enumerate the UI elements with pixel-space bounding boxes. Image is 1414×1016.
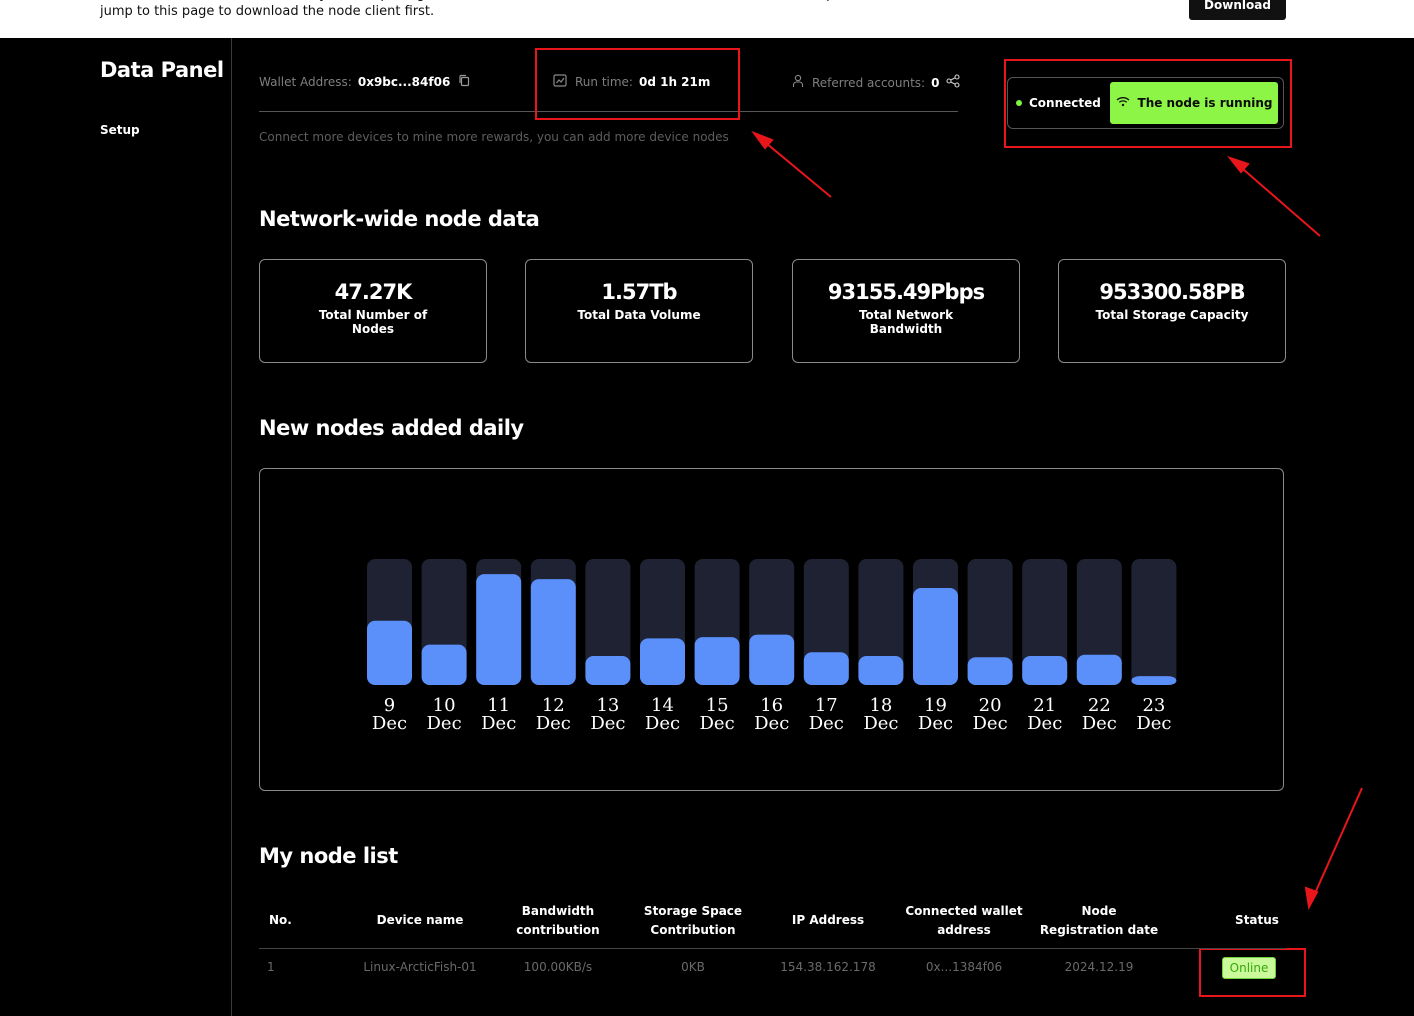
bar-22-dec[interactable]	[1076, 654, 1122, 685]
cell-date: 2024.12.19	[1064, 960, 1134, 974]
bar-23-dec[interactable]	[1131, 676, 1177, 685]
node-list-title: My node list	[259, 844, 398, 868]
network-section-title: Network-wide node data	[259, 207, 540, 231]
x-tick-label: Dec	[973, 713, 1008, 734]
bar-13-dec[interactable]	[585, 656, 631, 685]
col-header-wallet: Connected wallet address	[905, 904, 1023, 937]
x-tick-label: Dec	[590, 713, 625, 734]
col-header-storage: Storage Space Contribution	[643, 904, 743, 937]
col-header-device: Device name	[376, 913, 464, 927]
x-tick-label: Dec	[427, 713, 462, 734]
bar-14-dec[interactable]	[640, 638, 685, 685]
col-header-date: Node Registration date	[1039, 904, 1159, 937]
cell-device: Linux-ArcticFish-01	[363, 960, 477, 974]
stat-label: Total Data Volume	[577, 308, 701, 322]
stat-card-bandwidth: 93155.49Pbps Total Network Bandwidth	[792, 259, 1020, 363]
x-tick-label: Dec	[1082, 713, 1117, 734]
x-tick-label: Dec	[918, 713, 953, 734]
bar-20-dec[interactable]	[967, 657, 1013, 685]
x-tick-label: Dec	[700, 713, 735, 734]
bar-18-dec[interactable]	[858, 656, 904, 685]
col-header-bandwidth: Bandwidth contribution	[516, 904, 600, 937]
x-tick-label: Dec	[1136, 713, 1171, 734]
daily-section-title: New nodes added daily	[259, 416, 524, 440]
stat-card-storage: 953300.58PB Total Storage Capacity	[1058, 259, 1286, 363]
bar-12-dec[interactable]	[530, 579, 576, 685]
cell-storage: 0KB	[681, 960, 705, 974]
cell-no: 1	[267, 960, 275, 974]
cell-wallet: 0x...1384f06	[925, 960, 1003, 974]
status-badge: Online	[1222, 957, 1276, 979]
col-header-ip: IP Address	[791, 913, 865, 927]
stat-value: 93155.49Pbps	[827, 280, 985, 304]
x-tick-label: Dec	[645, 713, 680, 734]
col-header-status: Status	[1235, 913, 1279, 927]
bar-track	[1131, 559, 1177, 685]
daily-bar-chart: 9Dec10Dec11Dec12Dec13Dec14Dec15Dec16Dec1…	[367, 559, 1177, 734]
stat-label: Total Number of Nodes	[318, 308, 428, 336]
stat-value: 953300.58PB	[1099, 280, 1245, 304]
bar-17-dec[interactable]	[803, 652, 849, 685]
bar-16-dec[interactable]	[749, 634, 795, 685]
cell-ip: 154.38.162.178	[780, 960, 876, 974]
bar-21-dec[interactable]	[1022, 656, 1068, 685]
bar-19-dec[interactable]	[913, 587, 958, 685]
stat-value: 1.57Tb	[601, 280, 677, 304]
x-tick-label: Dec	[372, 713, 407, 734]
daily-chart-panel: 9 Dec 10 Dec 11 Dec 12 Dec 13 Dec 14 Dec 15 Dec 16 Dec 1…	[259, 468, 1284, 791]
stat-card-nodes: 47.27K Total Number of Nodes	[259, 259, 487, 363]
col-header-no: No.	[269, 913, 292, 927]
x-tick-label: Dec	[1027, 713, 1062, 734]
x-tick-label: Dec	[754, 713, 789, 734]
x-tick-label: Dec	[809, 713, 844, 734]
stat-label: Total Network Bandwidth	[858, 308, 954, 336]
cell-bandwidth: 100.00KB/s	[523, 960, 593, 974]
stat-card-volume: 1.57Tb Total Data Volume	[525, 259, 753, 363]
bar-10-dec[interactable]	[421, 644, 467, 685]
stat-value: 47.27K	[334, 280, 413, 304]
bar-11-dec[interactable]	[476, 574, 522, 685]
bar-9-dec[interactable]	[367, 620, 412, 685]
table-header-divider	[259, 948, 1286, 949]
x-tick-label: Dec	[863, 713, 898, 734]
stat-label: Total Storage Capacity	[1095, 308, 1249, 322]
bar-15-dec[interactable]	[694, 637, 740, 685]
x-tick-label: Dec	[536, 713, 571, 734]
x-tick-label: Dec	[481, 713, 516, 734]
